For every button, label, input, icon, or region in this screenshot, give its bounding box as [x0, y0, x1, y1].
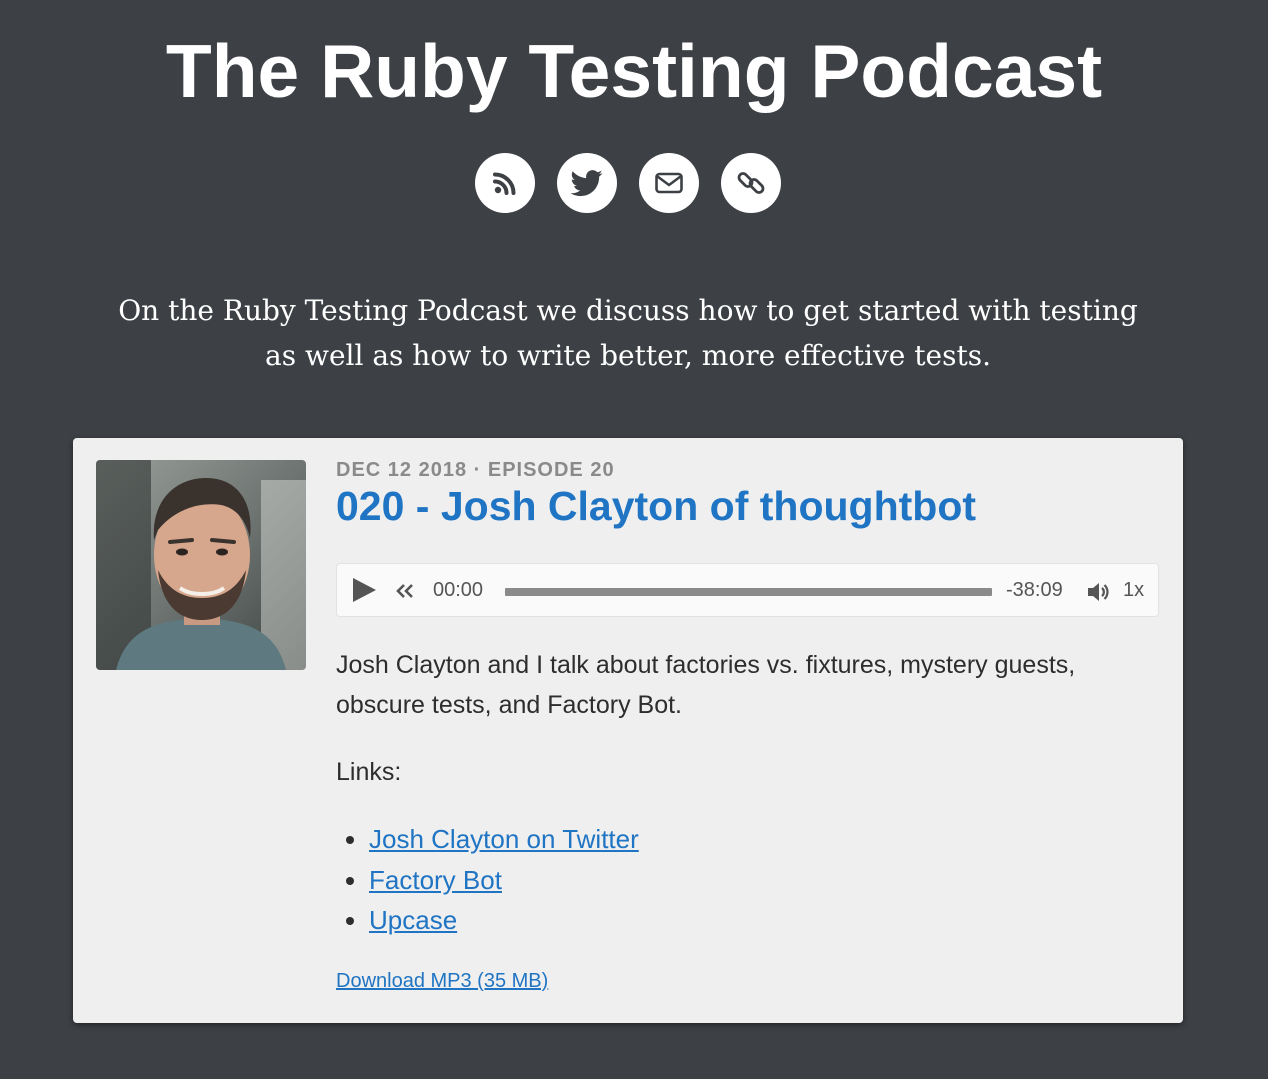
episode-meta: DEC 12 2018 · EPISODE 20	[336, 459, 615, 481]
twitter-icon	[571, 170, 603, 197]
rss-button[interactable]	[475, 153, 535, 213]
episode-description: Josh Clayton and I talk about factories …	[336, 651, 1076, 719]
email-button[interactable]	[639, 153, 699, 213]
current-time: 00:00	[433, 579, 484, 601]
playback-speed[interactable]: 1x	[1123, 579, 1144, 602]
audio-player: 00:00 -38:09 1x	[336, 563, 1159, 617]
links-list: Josh Clayton on Twitter Factory Bot Upca…	[336, 819, 639, 941]
list-item: Upcase	[369, 900, 639, 941]
episode-card: DEC 12 2018 · EPISODE 20 020 - Josh Clay…	[73, 438, 1183, 1023]
remaining-time: -38:09	[1006, 579, 1063, 601]
twitter-button[interactable]	[557, 153, 617, 213]
episode-title[interactable]: 020 - Josh Clayton of thoughtbot	[336, 481, 976, 531]
website-button[interactable]	[721, 153, 781, 213]
list-item: Factory Bot	[369, 860, 639, 901]
progress-bar[interactable]	[505, 588, 992, 596]
guest-photo[interactable]	[96, 460, 306, 670]
site-tagline: On the Ruby Testing Podcast we discuss h…	[118, 294, 1138, 372]
rewind-icon[interactable]	[394, 582, 416, 600]
play-icon[interactable]	[351, 577, 377, 603]
social-links	[475, 153, 781, 213]
site-title: The Ruby Testing Podcast	[165, 29, 1103, 113]
factory-bot-link[interactable]: Factory Bot	[369, 865, 502, 895]
links-heading: Links:	[336, 758, 402, 786]
link-icon	[737, 172, 765, 194]
volume-icon[interactable]	[1086, 581, 1110, 603]
download-mp3-link[interactable]: Download MP3 (35 MB)	[336, 970, 548, 993]
rss-icon	[493, 172, 516, 195]
envelope-icon	[655, 172, 683, 194]
list-item: Josh Clayton on Twitter	[369, 819, 639, 860]
josh-clayton-twitter-link[interactable]: Josh Clayton on Twitter	[369, 824, 639, 854]
upcase-link[interactable]: Upcase	[369, 905, 457, 935]
